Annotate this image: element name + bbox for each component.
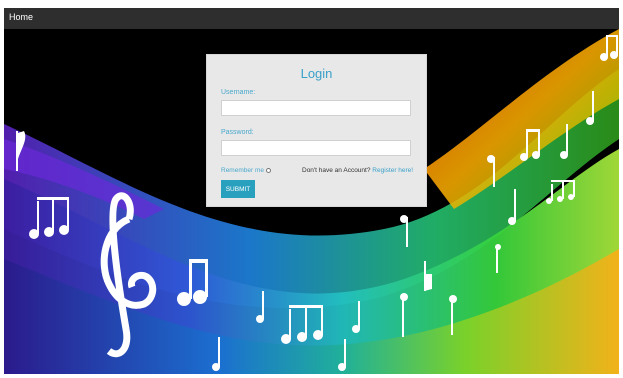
register-link[interactable]: Register here! <box>372 167 413 174</box>
remember-me-checkbox[interactable] <box>265 168 271 173</box>
username-input[interactable] <box>221 100 411 116</box>
login-card: Login Username: Password: Remember me Do… <box>206 54 427 207</box>
login-title: Login <box>300 66 333 81</box>
no-account-text: Don't have an Account? <box>302 167 371 174</box>
register-prompt: Don't have an Account? Register here! <box>302 167 413 174</box>
nav-home-link[interactable]: Home <box>9 12 33 22</box>
username-label: Username: <box>221 89 256 96</box>
password-input[interactable] <box>221 140 411 156</box>
navbar: Home <box>4 8 619 29</box>
submit-button[interactable]: SUBMIT <box>221 180 255 198</box>
page-frame: Home Login Username: Password: Remember … <box>4 8 619 374</box>
password-label: Password: <box>221 129 254 136</box>
remember-me-label: Remember me <box>221 167 264 174</box>
remember-me: Remember me <box>221 167 271 174</box>
